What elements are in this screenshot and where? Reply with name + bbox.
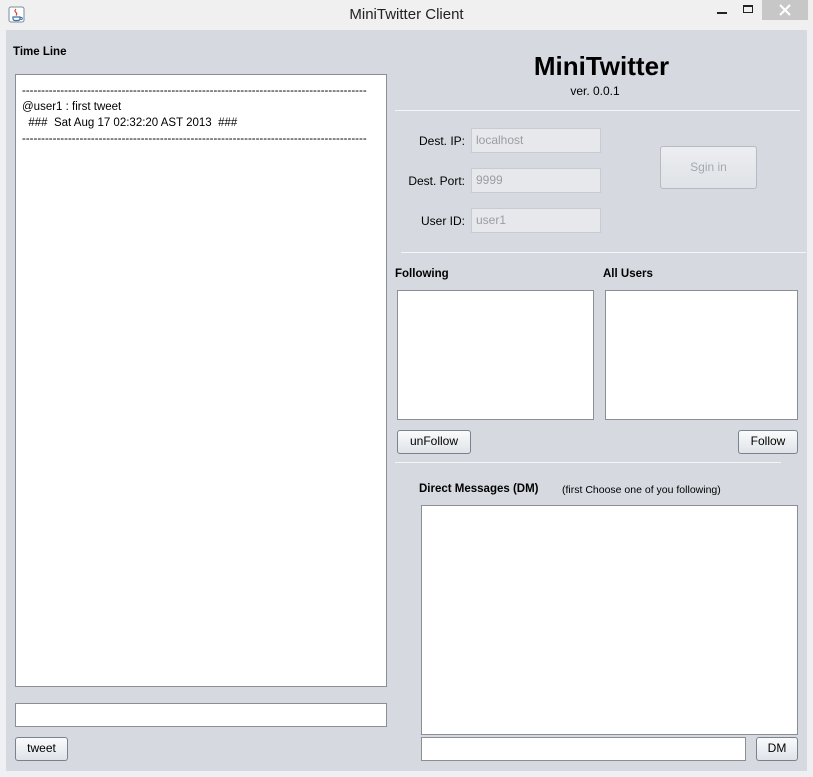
dm-hint: (first Choose one of you following) xyxy=(562,484,721,496)
dest-ip-field[interactable]: localhost xyxy=(471,128,601,153)
window-frame-right xyxy=(807,30,813,777)
app-name-heading: MiniTwitter xyxy=(533,51,670,81)
user-id-label: User ID: xyxy=(420,214,465,228)
timeline-separator-top: ----------------------------------------… xyxy=(22,85,367,97)
dm-messages-area[interactable] xyxy=(421,505,798,735)
tweet-button[interactable]: tweet xyxy=(15,737,68,761)
sign-in-button[interactable]: Sgin in xyxy=(660,146,757,189)
window-frame-bottom xyxy=(0,771,813,777)
window-title: MiniTwitter Client xyxy=(349,6,464,23)
all-users-label: All Users xyxy=(603,268,653,280)
window-frame-left xyxy=(0,30,6,777)
timeline-label: Time Line xyxy=(13,46,67,58)
timeline-area[interactable]: ----------------------------------------… xyxy=(15,74,387,687)
tweet-text: @user1 : first tweet xyxy=(22,101,122,113)
dm-input[interactable] xyxy=(421,737,746,761)
dest-port-field[interactable]: 9999 xyxy=(471,168,601,193)
close-icon xyxy=(779,4,791,16)
separator xyxy=(395,462,781,463)
following-list[interactable] xyxy=(397,290,594,420)
all-users-list[interactable] xyxy=(605,290,798,420)
follow-button[interactable]: Follow xyxy=(738,430,798,454)
maximize-button[interactable] xyxy=(738,0,760,22)
separator xyxy=(401,252,806,253)
dm-send-button[interactable]: DM xyxy=(756,737,798,761)
tweet-input[interactable] xyxy=(15,703,387,727)
user-id-field[interactable]: user1 xyxy=(471,208,601,233)
tweet-timestamp: ### Sat Aug 17 02:32:20 AST 2013 ### xyxy=(22,117,238,129)
following-label: Following xyxy=(395,268,449,280)
separator xyxy=(395,110,800,111)
close-button[interactable] xyxy=(762,0,808,20)
minimize-button[interactable] xyxy=(712,0,734,22)
unfollow-button[interactable]: unFollow xyxy=(397,430,471,454)
dest-port-label: Dest. Port: xyxy=(408,174,465,188)
dest-ip-label: Dest. IP: xyxy=(418,134,465,148)
version-label: ver. 0.0.1 xyxy=(570,84,620,98)
timeline-separator-bottom: ----------------------------------------… xyxy=(22,133,367,145)
dm-label: Direct Messages (DM) xyxy=(419,483,539,495)
